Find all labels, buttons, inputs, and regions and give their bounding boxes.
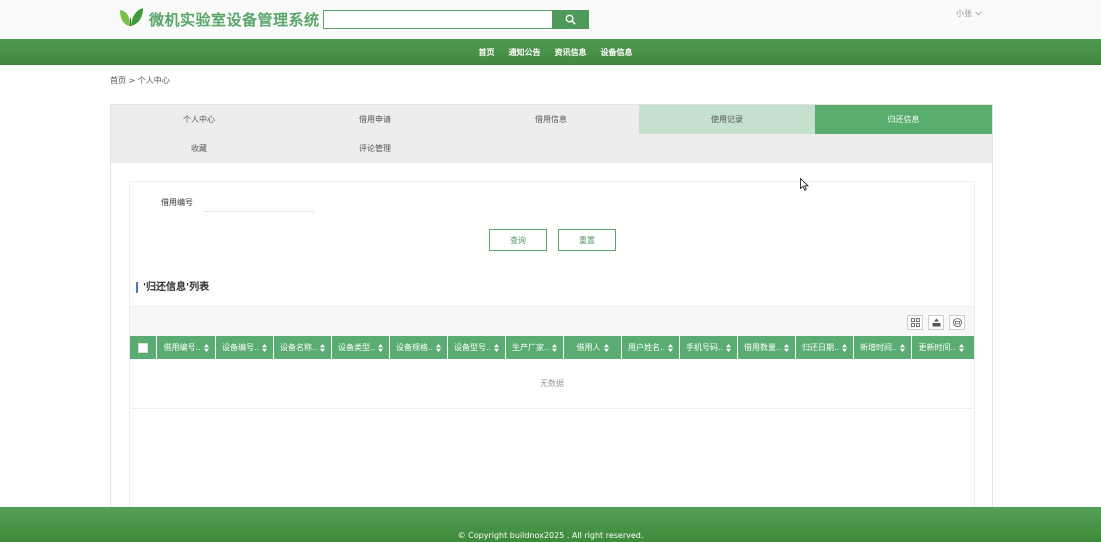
column-header[interactable]: 借用数量.. [738, 336, 796, 359]
sort-icon [378, 343, 384, 352]
nav-item-devices[interactable]: 设备信息 [601, 47, 633, 58]
sort-icon [436, 343, 442, 352]
column-header-label: 用户姓名.. [627, 343, 666, 352]
column-header[interactable]: 归还日期.. [796, 336, 854, 359]
column-header-label: 设备型号.. [453, 343, 492, 352]
column-header-label: 手机号码.. [685, 343, 724, 352]
empty-table-message: 无数据 [130, 359, 974, 409]
column-header[interactable]: 更新时间.. [912, 336, 970, 359]
sort-icon [203, 343, 209, 352]
top-header: 微机实验室设备管理系统 小张 [0, 0, 1101, 39]
tab-usage-records[interactable]: 使用记录 [639, 105, 815, 134]
columns-icon [910, 318, 920, 327]
chevron-down-icon [975, 11, 982, 16]
column-header-label: 设备编号.. [221, 343, 260, 352]
user-menu[interactable]: 小张 [956, 8, 982, 19]
leaf-logo-icon [120, 8, 143, 26]
column-header-label: 借用数量.. [743, 343, 782, 352]
column-header[interactable]: 生产厂家.. [506, 336, 564, 359]
export-button[interactable] [928, 315, 944, 330]
column-header[interactable]: 设备编号.. [216, 336, 274, 359]
column-header-label: 设备名称.. [279, 343, 318, 352]
column-header[interactable]: 借用人 [564, 336, 622, 359]
column-header-label: 新增时间.. [859, 343, 898, 352]
column-header-label: 设备规格.. [395, 343, 434, 352]
print-icon [952, 318, 962, 327]
column-header[interactable]: 手机号码.. [680, 336, 738, 359]
search-button[interactable] [552, 10, 589, 29]
user-name: 小张 [956, 9, 972, 18]
sort-icon [668, 343, 674, 352]
sort-icon [842, 343, 848, 352]
column-header[interactable]: 用户姓名.. [622, 336, 680, 359]
breadcrumb: 首页 > 个人中心 [110, 76, 170, 85]
select-all-checkbox[interactable] [138, 342, 148, 353]
sort-icon [320, 343, 326, 352]
tab-comment-manage[interactable]: 评论管理 [287, 134, 463, 163]
table-header: 借用编号.. 设备编号.. 设备名称.. 设备类型.. 设备规格.. 设备型号.. 生产厂家… [130, 336, 974, 359]
columns-filter-button[interactable] [907, 315, 923, 330]
export-icon [932, 318, 940, 327]
tab-favorites[interactable]: 收藏 [111, 134, 287, 163]
copyright-text: © Copyright buildnox2025 . All right res… [457, 531, 644, 540]
sort-icon [900, 343, 906, 352]
footer: © Copyright buildnox2025 . All right res… [0, 507, 1101, 542]
column-header-label: 更新时间.. [918, 343, 956, 352]
tab-borrow-info[interactable]: 借用信息 [463, 105, 639, 134]
personal-center-panel: 个人中心 借用申请 借用信息 使用记录 归还信息 收藏 评论管理 借用编号 查询… [110, 104, 993, 524]
column-header[interactable]: 借用编号.. [157, 336, 216, 359]
borrow-number-label: 借用编号 [161, 198, 193, 207]
column-header[interactable]: 设备规格.. [390, 336, 448, 359]
query-button[interactable]: 查询 [489, 229, 547, 251]
table-toolbar [130, 306, 974, 336]
print-button[interactable] [949, 315, 965, 330]
column-header[interactable]: 设备类型.. [332, 336, 390, 359]
tab-borrow-apply[interactable]: 借用申请 [287, 105, 463, 134]
borrow-number-input[interactable] [204, 192, 314, 212]
column-header[interactable]: 设备型号.. [448, 336, 506, 359]
sort-icon [726, 343, 732, 352]
main-nav: 首页 通知公告 资讯信息 设备信息 [0, 39, 1101, 65]
sort-icon [603, 343, 609, 352]
tab-personal-center[interactable]: 个人中心 [111, 105, 287, 134]
tab-bar: 个人中心 借用申请 借用信息 使用记录 归还信息 收藏 评论管理 [111, 105, 992, 163]
column-header[interactable]: 新增时间.. [854, 336, 912, 359]
select-all-cell [130, 336, 157, 359]
column-header[interactable]: 设备名称.. [274, 336, 332, 359]
column-header-label: 借用人 [576, 343, 601, 352]
search-icon [565, 14, 576, 25]
sort-icon [552, 343, 558, 352]
sort-icon [784, 343, 790, 352]
nav-item-home[interactable]: 首页 [479, 47, 495, 58]
return-info-content: 借用编号 查询 重置 '归还信息'列表 借用编号.. 设备编号.. 设备名称..… [129, 181, 975, 521]
sort-icon [262, 343, 268, 352]
column-header-label: 生产厂家.. [511, 343, 550, 352]
mouse-cursor-icon [800, 178, 809, 191]
app-title: 微机实验室设备管理系统 [149, 11, 320, 29]
column-header-label: 设备类型.. [337, 343, 376, 352]
nav-item-news[interactable]: 资讯信息 [555, 47, 587, 58]
tab-return-info[interactable]: 归还信息 [815, 105, 992, 134]
sort-icon [494, 343, 500, 352]
column-header-label: 归还日期.. [801, 343, 840, 352]
reset-button[interactable]: 重置 [558, 229, 616, 251]
list-title: '归还信息'列表 [136, 282, 209, 293]
sort-icon [958, 343, 964, 352]
search-input[interactable] [323, 10, 553, 29]
nav-item-notices[interactable]: 通知公告 [509, 47, 541, 58]
column-header-label: 借用编号.. [163, 343, 201, 352]
